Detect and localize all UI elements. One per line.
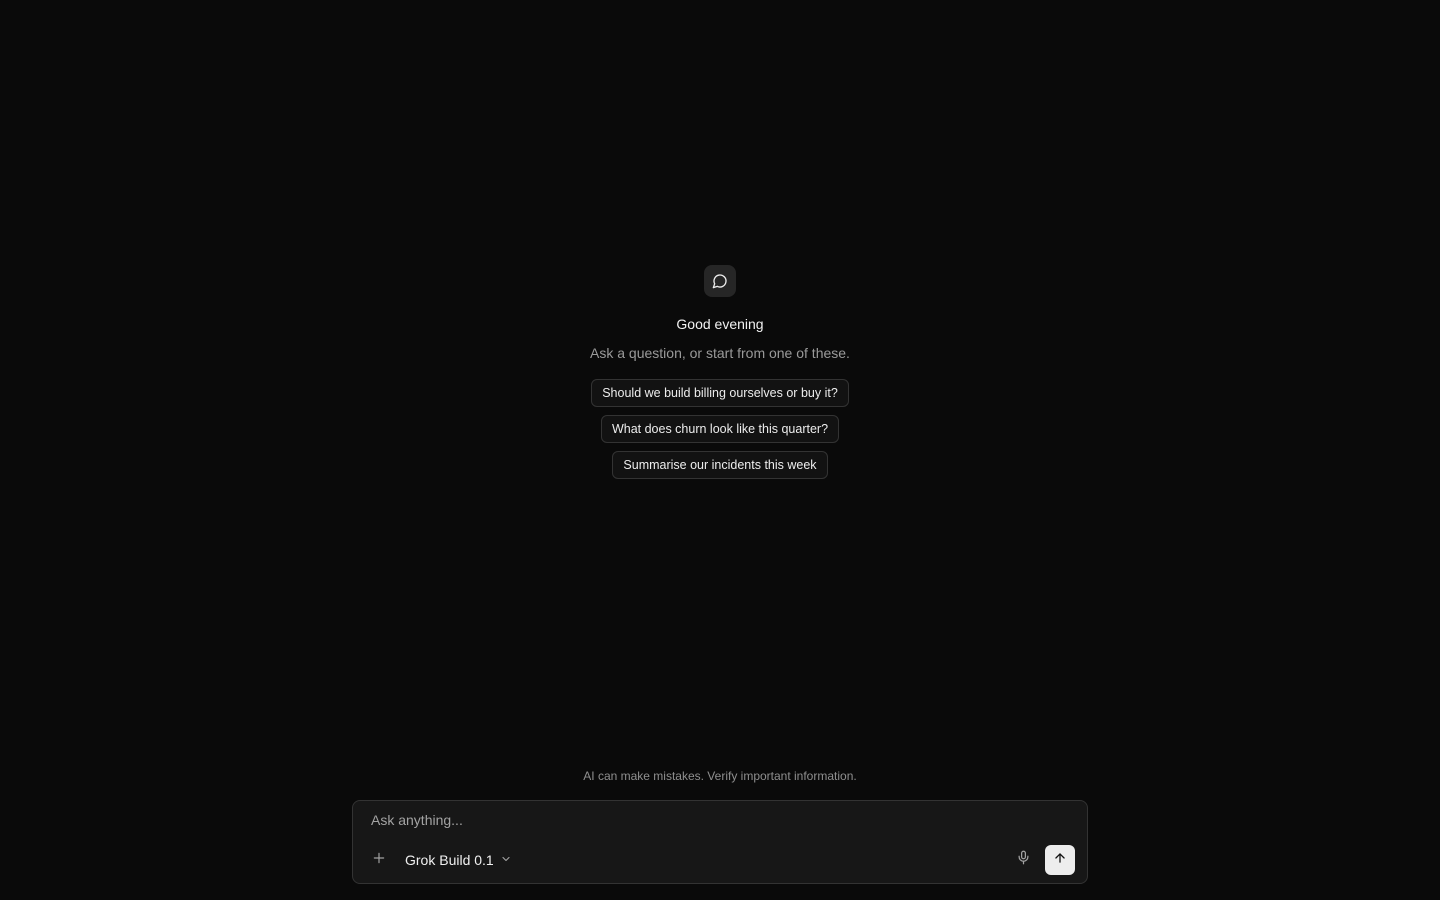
greeting-heading: Good evening	[676, 316, 764, 332]
send-button[interactable]	[1045, 845, 1075, 875]
voice-input-button[interactable]	[1011, 848, 1035, 872]
message-input[interactable]	[371, 809, 1061, 831]
message-composer: Grok Build 0.1	[352, 800, 1088, 884]
microphone-icon	[1016, 850, 1031, 870]
suggestion-chip-billing[interactable]: Should we build billing ourselves or buy…	[591, 379, 849, 407]
plus-icon	[372, 851, 386, 870]
add-attachment-button[interactable]	[367, 848, 391, 872]
suggestion-list: Should we build billing ourselves or buy…	[591, 379, 849, 479]
greeting-subtitle: Ask a question, or start from one of the…	[590, 345, 850, 361]
welcome-section: Good evening Ask a question, or start fr…	[0, 265, 1440, 479]
suggestion-chip-churn[interactable]: What does churn look like this quarter?	[600, 415, 840, 443]
chevron-down-icon	[500, 852, 512, 868]
chat-bubble-icon	[704, 265, 736, 297]
arrow-up-icon	[1053, 851, 1067, 870]
model-selector[interactable]: Grok Build 0.1	[405, 852, 512, 868]
chat-page: Good evening Ask a question, or start fr…	[0, 0, 1440, 900]
ai-disclaimer: AI can make mistakes. Verify important i…	[583, 769, 857, 783]
model-selector-label: Grok Build 0.1	[405, 852, 494, 868]
suggestion-chip-incidents[interactable]: Summarise our incidents this week	[612, 451, 828, 479]
composer-toolbar: Grok Build 0.1	[367, 845, 1075, 875]
